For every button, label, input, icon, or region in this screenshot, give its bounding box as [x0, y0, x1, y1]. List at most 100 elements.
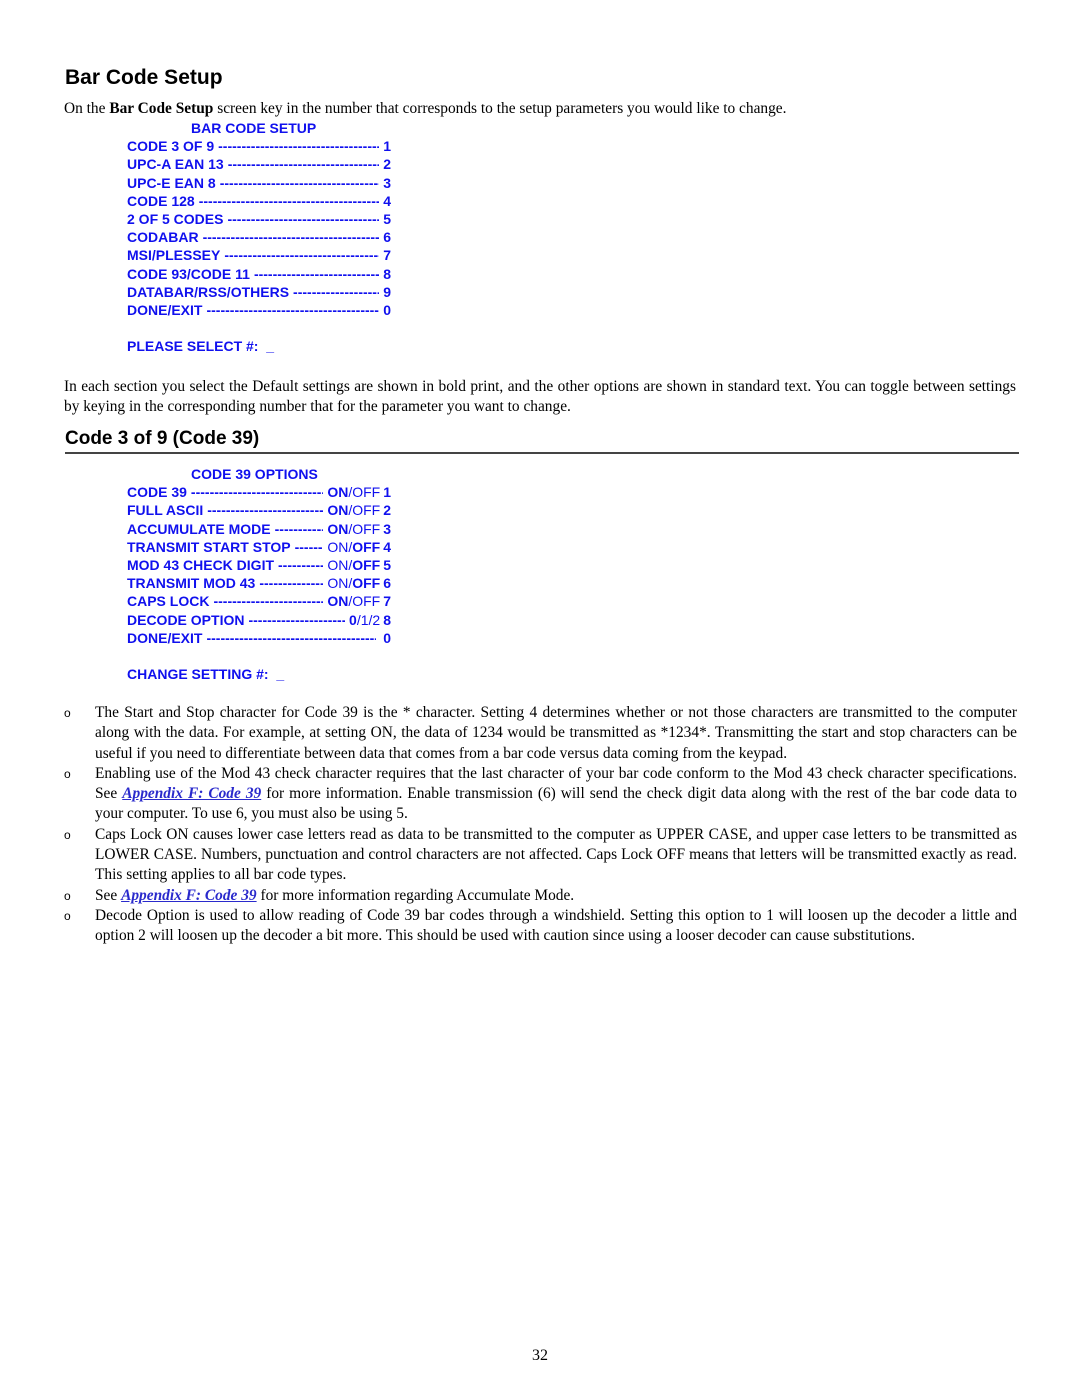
option-value: ON: [327, 484, 349, 501]
menu-item: DATABAR/RSS/OTHERS----------------------…: [127, 283, 391, 301]
option-value: OFF: [352, 538, 381, 555]
option-key: 0: [383, 629, 391, 646]
option-value: ON: [327, 538, 349, 555]
option-label: DONE/EXIT: [127, 629, 203, 646]
option-label: CAPS LOCK: [127, 593, 210, 610]
menu-item: CODE 128 --------------------------------…: [127, 192, 391, 210]
note-text: for more information regarding Accumulat…: [256, 886, 575, 904]
page-heading: Bar Code Setup: [65, 66, 223, 89]
option-label: TRANSMIT START STOP: [127, 538, 291, 555]
bullet-icon: o: [64, 706, 71, 720]
option-values: ON/OFF: [327, 520, 381, 537]
option-leader: ----------------------------------------…: [294, 538, 324, 555]
notes-list: o The Start and Stop character for Code 3…: [64, 703, 1017, 947]
option-leader: ----------------------------------------…: [207, 502, 324, 519]
option-values: ON/OFF: [327, 557, 381, 574]
menu-title: CODE 39 OPTIONS: [191, 466, 318, 482]
option-value: ON: [327, 557, 349, 574]
appendix-link[interactable]: Appendix F: Code 39: [122, 785, 261, 802]
menu-item-key: 8: [383, 265, 391, 282]
code39-options-menu: CODE 39 OPTIONS CODE 39 -----------------…: [127, 465, 391, 683]
option-values: ON/OFF: [327, 593, 381, 610]
note-text: The Start and Stop character for Code 39…: [95, 704, 1017, 762]
option-item: DONE/EXIT -------------------------------…: [127, 629, 391, 647]
option-label: CODE 39: [127, 484, 187, 501]
note-item: o See Appendix F: Code 39 for more inform…: [64, 886, 1017, 906]
option-value: OFF: [352, 502, 381, 519]
option-label: ACCUMULATE MODE: [127, 520, 271, 537]
note-item: o The Start and Stop character for Code 3…: [64, 703, 1017, 764]
menu-item: 2 OF 5 CODES ----------------------------…: [127, 210, 391, 228]
bullet-icon: o: [64, 766, 71, 781]
menu-item: CODE 93/CODE 11 -------------------------…: [127, 265, 391, 283]
option-item: MOD 43 CHECK DIGIT----------------------…: [127, 556, 391, 574]
note-item: o Enabling use of the Mod 43 check charac…: [64, 764, 1017, 825]
page-number: 32: [532, 1347, 548, 1364]
defaults-note: In each section you select the Default s…: [64, 378, 1016, 415]
menu-prompt: PLEASE SELECT #: _: [127, 338, 275, 355]
option-key: 1: [383, 484, 391, 501]
option-value: 1: [360, 611, 369, 628]
menu-item-label: CODE 128: [127, 192, 195, 209]
option-key: 4: [383, 538, 391, 555]
option-leader: ----------------------------------------…: [248, 611, 345, 628]
menu-item-key: 2: [383, 156, 391, 173]
menu-item-leader: ----------------------------------------…: [253, 265, 380, 282]
menu-item-leader: ----------------------------------------…: [198, 192, 380, 209]
option-item: ACCUMULATE MODE-------------------------…: [127, 520, 391, 538]
note-text: See: [95, 886, 122, 904]
menu-item-key: 6: [383, 229, 391, 246]
option-label: TRANSMIT MOD 43: [127, 575, 256, 592]
note-item: o Caps Lock ON causes lower case letters …: [64, 825, 1017, 886]
option-value: OFF: [352, 593, 381, 610]
option-item: CODE 39---------------------------------…: [127, 483, 391, 501]
appendix-link[interactable]: Appendix F: Code 39: [121, 887, 257, 904]
option-value: 2: [372, 611, 381, 628]
note-text: Caps Lock ON causes lower case letters r…: [95, 825, 1017, 884]
option-value: ON: [327, 520, 349, 537]
option-key: 8: [383, 611, 391, 628]
bullet-icon: o: [64, 888, 71, 903]
option-values: ON/OFF: [327, 575, 381, 592]
option-value: OFF: [352, 575, 381, 592]
menu-item-label: 2 OF 5 CODES: [127, 211, 224, 228]
option-value: 0: [349, 611, 357, 628]
menu-item-label: CODE 3 OF 9: [127, 138, 215, 155]
option-values: 0/1/2: [349, 611, 381, 628]
option-item: FULL ASCII------------------------------…: [127, 501, 391, 519]
intro-text-end: screen key in the number that correspond…: [213, 100, 787, 117]
menu-item: CODE 3 OF 9 -----------------------------…: [127, 137, 391, 155]
note-item: o Decode Option is used to allow reading …: [64, 906, 1017, 947]
option-value: OFF: [352, 520, 381, 537]
intro-bold: Bar Code Setup: [109, 100, 214, 117]
option-key: 3: [383, 520, 391, 537]
option-label: MOD 43 CHECK DIGIT: [127, 557, 275, 574]
option-values: ON/OFF: [327, 484, 381, 501]
option-value: ON: [327, 502, 349, 519]
menu-item-label: DONE/EXIT: [127, 302, 203, 319]
option-leader: ----------------------------------------…: [274, 520, 324, 537]
option-leader: ----------------------------------------…: [206, 629, 377, 646]
section-heading: Code 3 of 9 (Code 39): [65, 428, 1019, 454]
menu-prompt: CHANGE SETTING #: _: [127, 666, 285, 683]
menu-item-key: 0: [383, 302, 391, 319]
option-item: TRANSMIT START STOP---------------------…: [127, 538, 391, 556]
menu-item-label: UPC-E EAN 8: [127, 174, 216, 191]
menu-item-key: 9: [383, 283, 391, 300]
menu-item: UPC-A EAN 13 ----------------------------…: [127, 155, 391, 173]
menu-item-leader: ----------------------------------------…: [218, 138, 380, 155]
option-values: ON/OFF: [327, 502, 381, 519]
menu-item-key: 4: [383, 192, 391, 209]
menu-item: CODABAR ---------------------------------…: [127, 228, 391, 246]
intro-paragraph: On the Bar Code Setup screen key in the …: [64, 99, 1016, 119]
menu-item-label: DATABAR/RSS/OTHERS: [127, 283, 290, 300]
menu-item-label: CODABAR: [127, 229, 199, 246]
option-key: 6: [383, 575, 391, 592]
menu-item-leader: ----------------------------------------…: [227, 211, 379, 228]
menu-item-key: 1: [383, 138, 391, 155]
menu-title: BAR CODE SETUP: [191, 120, 317, 136]
menu-item-label: CODE 93/CODE 11: [127, 265, 250, 282]
menu-item-leader: ----------------------------------------…: [219, 174, 380, 191]
option-label: DECODE OPTION: [127, 611, 245, 628]
option-key: 7: [383, 593, 391, 610]
